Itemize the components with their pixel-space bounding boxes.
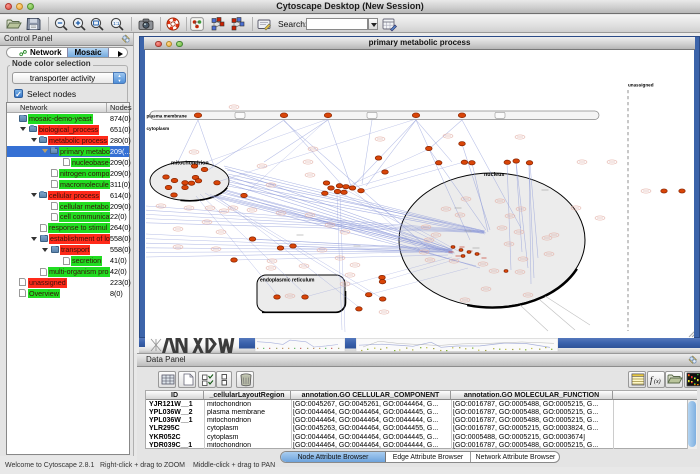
svg-text:mitochondrion: mitochondrion bbox=[171, 161, 209, 167]
svg-text:unassigned: unassigned bbox=[628, 83, 654, 88]
svg-text:plasma membrane: plasma membrane bbox=[147, 114, 188, 119]
svg-text:endoplasmic reticulum: endoplasmic reticulum bbox=[260, 278, 315, 284]
svg-text:cytoplasm: cytoplasm bbox=[147, 126, 170, 131]
svg-text:(x): (x) bbox=[654, 378, 661, 385]
svg-text:nucleus: nucleus bbox=[484, 172, 504, 178]
svg-text:1:1: 1:1 bbox=[113, 21, 120, 26]
